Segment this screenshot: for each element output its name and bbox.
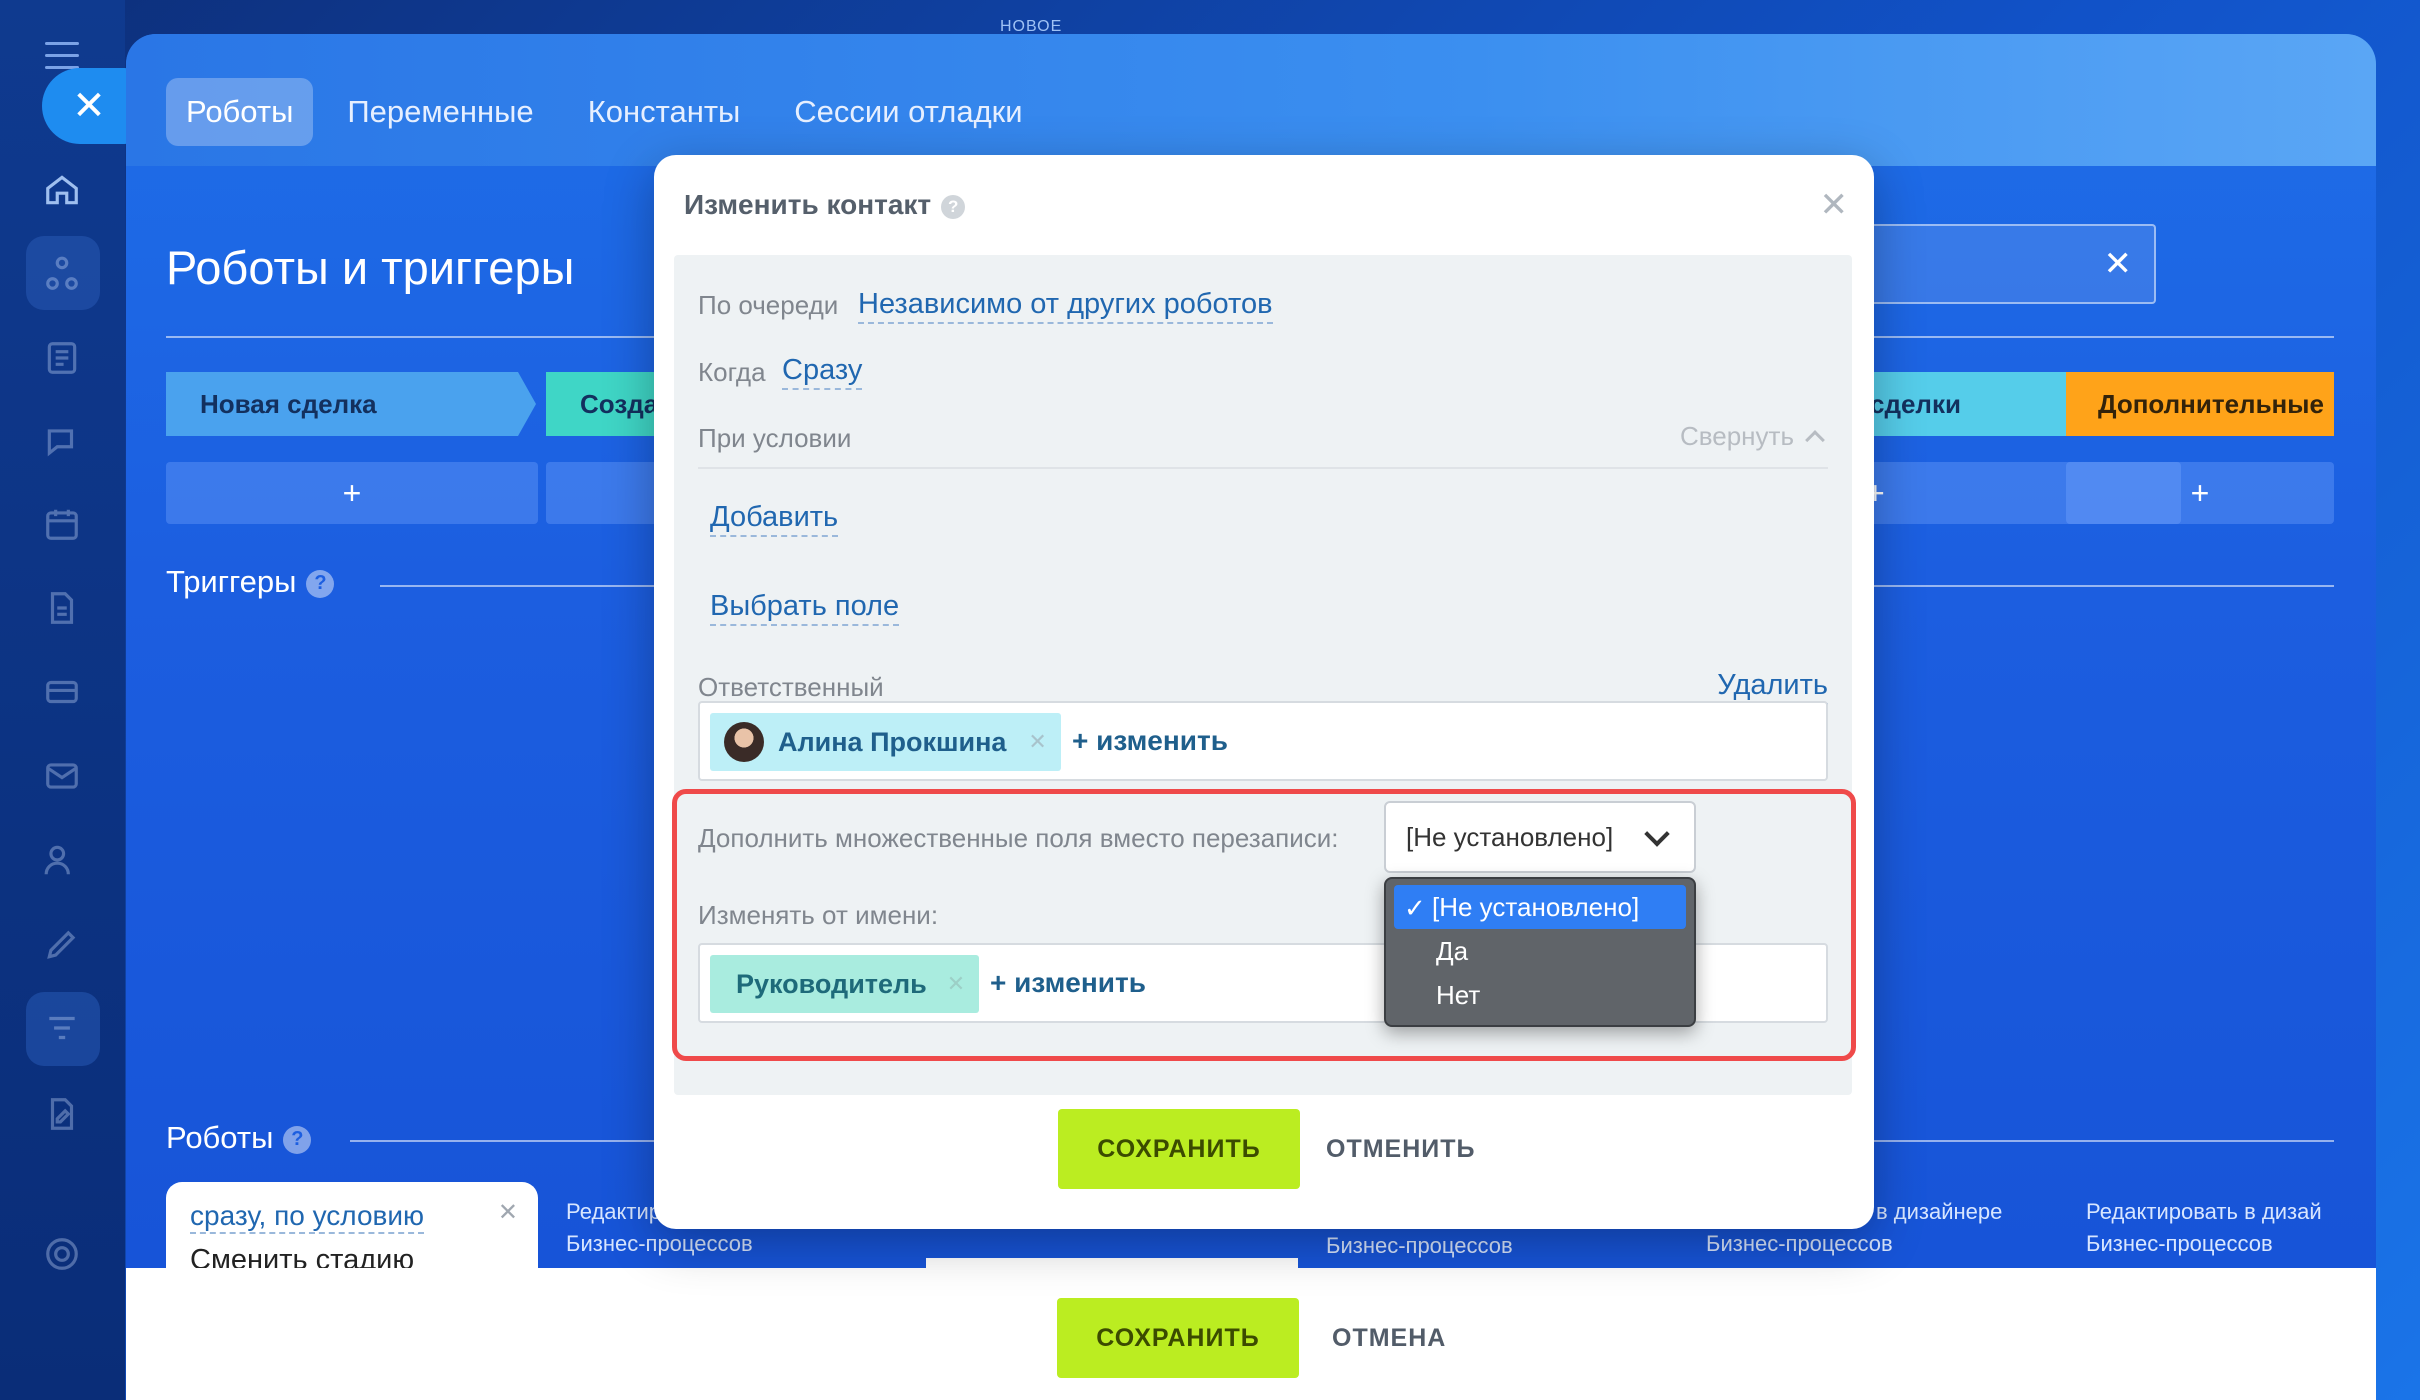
tab-bar: Роботы Переменные Константы Сессии отлад… bbox=[166, 78, 1043, 146]
dropdown-option-no[interactable]: Нет bbox=[1394, 973, 1686, 1017]
condition-label: При условии bbox=[698, 423, 852, 453]
edit-document-icon[interactable] bbox=[38, 1090, 86, 1138]
avatar bbox=[724, 722, 764, 762]
chevron-down-icon bbox=[1644, 821, 1670, 847]
dialog-title: Изменить контакт? bbox=[684, 189, 966, 221]
dialog-save-button[interactable]: СОХРАНИТЬ bbox=[1058, 1109, 1300, 1189]
responsible-user-selector[interactable]: Алина Прокшина ✕ + изменить bbox=[698, 701, 1828, 781]
add-robot-button[interactable]: + bbox=[2066, 462, 2334, 524]
filter-icon[interactable] bbox=[38, 1004, 86, 1052]
add-condition-link[interactable]: Добавить bbox=[710, 499, 839, 537]
page-title: Роботы и триггеры bbox=[166, 241, 575, 294]
choose-field-link[interactable]: Выбрать поле bbox=[710, 588, 900, 626]
select-value: [Не установлено] bbox=[1406, 821, 1614, 852]
tab-constants[interactable]: Константы bbox=[568, 78, 761, 146]
multi-fields-dropdown: ✓ [Не установлено] Да Нет bbox=[1384, 877, 1696, 1027]
checkmark-icon: ✓ bbox=[1404, 893, 1426, 923]
delete-field-link[interactable]: Удалить bbox=[1717, 667, 1828, 705]
queue-label: По очереди bbox=[698, 290, 839, 320]
chevron-up-icon bbox=[1805, 430, 1825, 450]
tab-robots[interactable]: Роботы bbox=[166, 78, 314, 146]
document-list-icon[interactable] bbox=[38, 334, 86, 382]
when-value-link[interactable]: Сразу bbox=[782, 352, 863, 390]
dropdown-option-yes[interactable]: Да bbox=[1394, 929, 1686, 973]
when-label: Когда bbox=[698, 357, 766, 387]
remove-user-icon[interactable]: ✕ bbox=[1028, 729, 1046, 755]
dialog-title-text: Изменить контакт bbox=[684, 189, 932, 220]
robot-condition-link[interactable]: сразу, по условию bbox=[190, 1200, 425, 1234]
robots-section: Роботы? bbox=[166, 1120, 312, 1156]
network-icon[interactable] bbox=[38, 250, 86, 298]
add-robot-button[interactable]: + bbox=[166, 462, 538, 524]
tab-debug-sessions[interactable]: Сессии отладки bbox=[774, 78, 1042, 146]
edit-contact-dialog: Изменить контакт? ✕ По очереди Независим… bbox=[654, 155, 1874, 1229]
pen-icon[interactable] bbox=[38, 920, 86, 968]
clear-icon[interactable]: ✕ bbox=[2104, 244, 2133, 284]
help-icon[interactable]: ? bbox=[941, 194, 966, 219]
collapse-condition-toggle[interactable]: Свернуть bbox=[1679, 421, 1825, 452]
help-icon[interactable]: ? bbox=[306, 569, 335, 598]
user-chip: Алина Прокшина ✕ bbox=[710, 713, 1061, 771]
stage-additional[interactable]: Дополнительные bbox=[2066, 372, 2334, 436]
collapse-label: Свернуть bbox=[1679, 421, 1794, 451]
queue-mode-link[interactable]: Независимо от других роботов bbox=[858, 286, 1273, 324]
chat-icon[interactable] bbox=[38, 418, 86, 466]
dropdown-option-not-set[interactable]: ✓ [Не установлено] bbox=[1394, 885, 1686, 929]
edit-in-designer-link[interactable]: Бизнес-процессов bbox=[1326, 1230, 1513, 1262]
footer-bar: СОХРАНИТЬ ОТМЕНА bbox=[126, 1268, 2376, 1400]
edit-in-designer-link[interactable]: Редактировать в дизай Бизнес-процессов bbox=[2086, 1196, 2322, 1260]
dialog-cancel-button[interactable]: ОТМЕНИТЬ bbox=[1326, 1109, 1475, 1189]
responsible-label: Ответственный bbox=[698, 672, 884, 702]
tab-variables[interactable]: Переменные bbox=[327, 78, 553, 146]
close-icon: ✕ bbox=[72, 84, 106, 128]
file-icon[interactable] bbox=[38, 584, 86, 632]
stage-new-deal[interactable]: Новая сделка bbox=[166, 372, 536, 436]
multi-fields-select[interactable]: [Не установлено] bbox=[1384, 801, 1696, 873]
triggers-label: Триггеры bbox=[166, 564, 297, 599]
remove-robot-icon[interactable]: ✕ bbox=[498, 1198, 518, 1227]
help-icon[interactable]: ? bbox=[283, 1125, 312, 1154]
card-icon[interactable] bbox=[38, 668, 86, 716]
close-icon[interactable]: ✕ bbox=[1820, 185, 1849, 225]
cancel-button[interactable]: ОТМЕНА bbox=[1332, 1298, 1446, 1378]
home-icon[interactable] bbox=[38, 166, 86, 214]
settings-icon[interactable] bbox=[38, 1230, 86, 1278]
left-navigation-rail: ✕ bbox=[0, 0, 162, 1400]
condition-divider bbox=[698, 467, 1828, 469]
change-user-link[interactable]: + изменить bbox=[1072, 725, 1228, 757]
mail-icon[interactable] bbox=[38, 752, 86, 800]
calendar-icon[interactable] bbox=[38, 500, 86, 548]
robots-label: Роботы bbox=[166, 1120, 274, 1155]
users-icon[interactable] bbox=[38, 836, 86, 884]
user-name: Алина Прокшина bbox=[778, 726, 1007, 757]
triggers-section: Триггеры? bbox=[166, 564, 335, 600]
save-button[interactable]: СОХРАНИТЬ bbox=[1057, 1298, 1299, 1378]
